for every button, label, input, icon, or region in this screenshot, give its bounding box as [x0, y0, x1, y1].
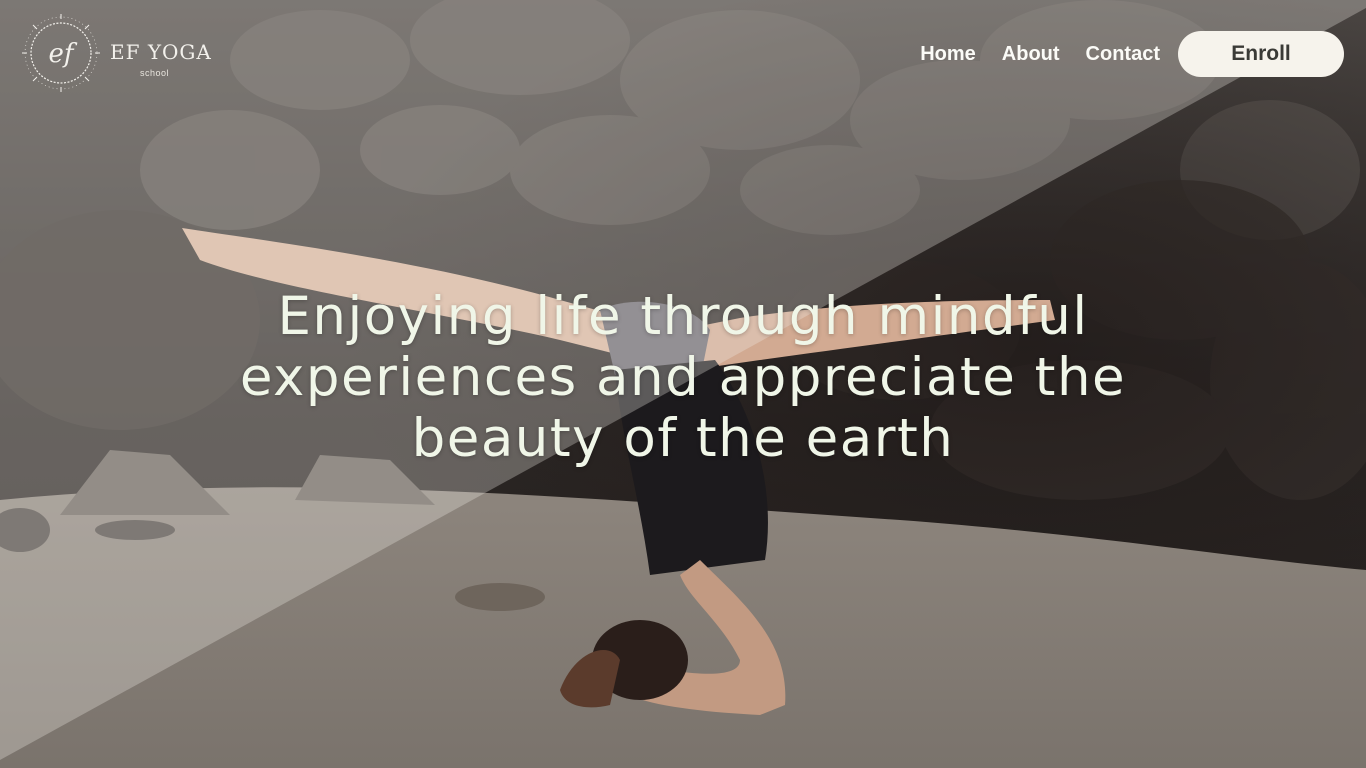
hero-headline: Enjoying life through mindful experience…: [183, 286, 1183, 469]
main-nav: Home About Contact Enroll: [920, 31, 1344, 77]
logo-brand-name: EF YOGA: [110, 40, 212, 64]
headline-line-1: Enjoying life through mindful: [277, 285, 1089, 347]
logo-monogram-text: ef: [48, 39, 77, 69]
nav-contact-link[interactable]: Contact: [1086, 43, 1160, 66]
nav-about-link[interactable]: About: [1002, 43, 1060, 66]
enroll-button[interactable]: Enroll: [1178, 31, 1344, 77]
site-logo[interactable]: ef EF YOGA school: [22, 14, 222, 96]
logo-monogram-emblem: ef: [22, 14, 100, 92]
logo-brand-sub: school: [140, 68, 170, 78]
headline-line-2: experiences and appreciate the: [239, 346, 1127, 408]
nav-home-link[interactable]: Home: [920, 43, 976, 66]
headline-line-3: beauty of the earth: [411, 407, 955, 469]
